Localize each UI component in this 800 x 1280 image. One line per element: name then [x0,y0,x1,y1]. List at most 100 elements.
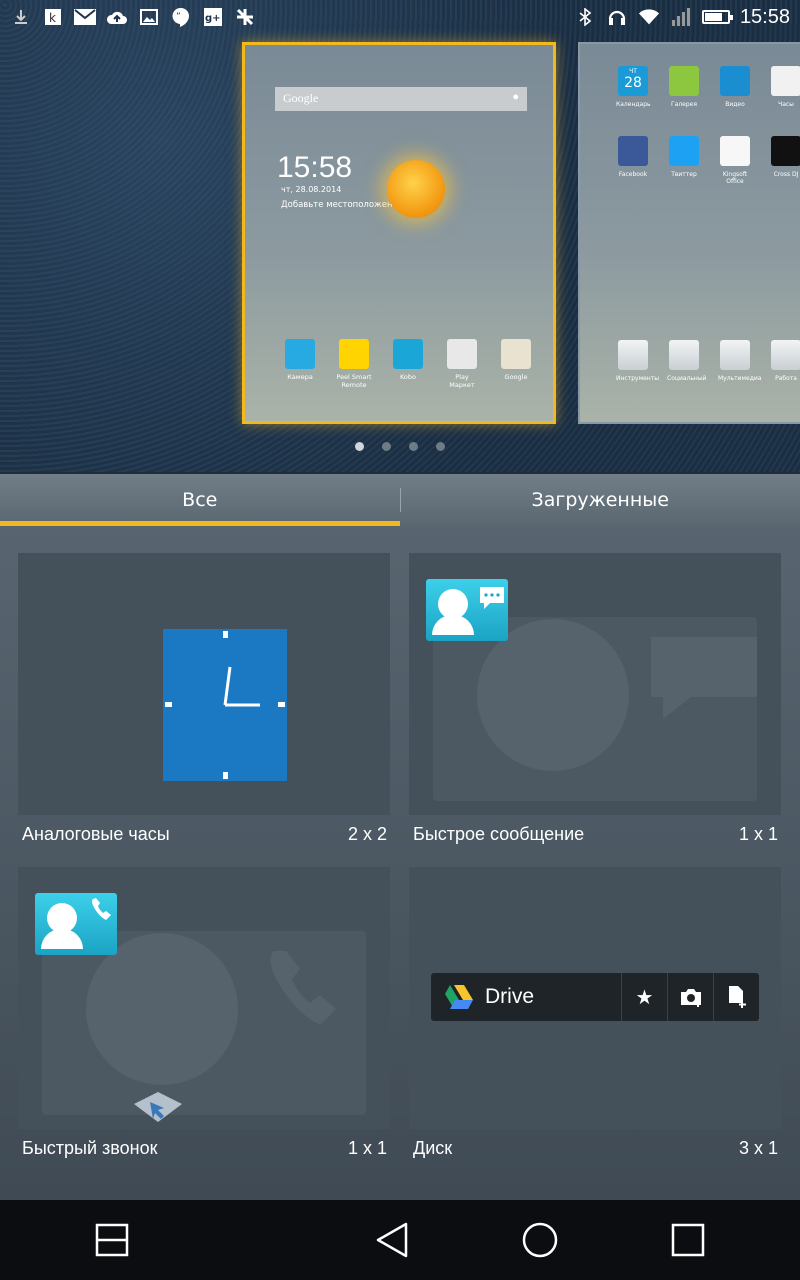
app-label: Kobo [399,373,417,381]
app-label: Play Маркет [449,373,475,389]
status-time: 15:58 [739,5,790,28]
tab-downloaded-label: Загруженные [531,489,669,511]
analog-clock-icon [163,629,287,781]
app-icon [501,339,531,369]
folder-icon [618,340,648,370]
widget-drive[interactable]: Drive ★ [409,867,781,1129]
app-label: Peel Smart Remote [336,373,372,389]
side-app-row-2: Facebook Твиттер Kingsoft Office Cross DJ [616,136,800,185]
svg-text:”: ” [176,12,181,22]
cloud-upload-icon [106,6,128,28]
calendar-day-number: 28 [624,75,642,91]
app-label: Facebook [618,171,648,178]
headset-icon [606,6,628,28]
wifi-icon [638,6,660,28]
app-shortcut: Видео [718,66,752,108]
new-document-icon [713,973,759,1021]
home-screen-preview-2[interactable]: ЧТ 28 Календарь Галерея Видео Часы Facebook Тв… [578,42,800,424]
gallery-icon [138,6,160,28]
app-label: Камера [287,373,313,381]
side-app-row-1: ЧТ 28 Календарь Галерея Видео Часы [616,66,800,108]
widget-size: 3 x 1 [739,1138,779,1158]
preview-placeholder [42,931,366,1115]
app-label: Твиттер [671,171,697,178]
app-label: Галерея [671,101,697,108]
page-dot [436,442,445,451]
widget-size: 1 x 1 [739,824,779,844]
app-shortcut: Галерея [667,66,701,108]
sun-weather-icon [387,160,445,218]
battery-icon [701,10,733,24]
back-icon[interactable] [372,1220,412,1260]
recent-apps-icon[interactable] [92,1220,132,1260]
app-icon [285,339,315,369]
google-plus-icon: g+ [202,6,224,28]
app-shortcut: Камера [281,339,319,389]
preview-placeholder [433,617,757,801]
hangouts-icon: ” [170,6,192,28]
star-icon: ★ [621,973,667,1021]
app-shortcut: Peel Smart Remote [335,339,373,389]
preview-clock: 15:58 [277,151,353,184]
widget-name: Аналоговые часы [22,824,170,844]
google-search-bar: Google ● [275,87,527,111]
app-icon [339,339,369,369]
app-label: Kingsoft Office [722,171,748,185]
workspace-preview-area: k ” g+ 15:58 Google ● 15:58 чт, 28.08.20… [0,0,800,472]
widget-quick-message[interactable] [409,553,781,815]
download-icon [10,6,32,28]
status-bar: k ” g+ 15:58 [0,0,800,34]
app-icon [447,339,477,369]
folder-icon [771,340,800,370]
app-icon [771,66,800,96]
app-label: Мультимедиа [718,375,762,382]
app-shortcut: Мультимедиа [718,340,762,382]
app-shortcut: Google [497,339,535,389]
google-drive-icon [445,985,473,1009]
tab-all[interactable]: Все [0,474,400,526]
app-shortcut: Инструменты [616,340,659,382]
contact-message-icon [426,579,508,641]
overview-icon[interactable] [668,1220,708,1260]
app-icon [618,136,648,166]
kobo-icon: k [42,6,64,28]
widget-name: Диск [413,1138,453,1158]
app-shortcut: Часы [769,66,800,108]
tab-downloaded[interactable]: Загруженные [401,474,800,526]
preview-dock: Камера Peel Smart Remote Kobo Play Маркет Go… [281,339,535,389]
app-icon [771,136,800,166]
page-indicator [355,442,445,451]
widget-tabs: Все Загруженные [0,474,800,526]
home-icon[interactable] [520,1220,560,1260]
app-icon [393,339,423,369]
calendar-day-name: ЧТ [629,68,637,75]
app-icon [669,136,699,166]
app-label: Видео [725,101,745,108]
widget-grid: Аналоговые часы 2 x 2 Быстрое сообщение … [0,526,800,1200]
app-label: Часы [778,101,794,108]
drive-widget-preview: Drive ★ [431,973,759,1021]
app-label: Календарь [616,101,651,108]
page-dot [382,442,391,451]
app-shortcut: Твиттер [667,136,701,185]
widget-analog-clock[interactable] [18,553,390,815]
navigation-bar [0,1200,800,1280]
app-shortcut: ЧТ 28 Календарь [616,66,651,108]
app-shortcut: Социальный [667,340,706,382]
folder-icon [669,340,699,370]
page-dot [409,442,418,451]
widget-quick-call[interactable] [18,867,390,1129]
watermark-logo [134,1092,182,1122]
home-screen-preview-1[interactable]: Google ● 15:58 чт, 28.08.2014 Добавьте м… [242,42,556,424]
app-icon [669,66,699,96]
app-shortcut: Kobo [389,339,427,389]
mic-icon: ● [512,91,519,103]
pinwheel-icon [234,6,256,28]
svg-text:g+: g+ [205,13,221,24]
app-label: Google [504,373,528,381]
app-icon [720,66,750,96]
app-shortcut: Play Маркет [443,339,481,389]
signal-icon [670,6,692,28]
widget-size: 1 x 1 [348,1138,388,1158]
widget-size: 2 x 2 [348,824,388,844]
